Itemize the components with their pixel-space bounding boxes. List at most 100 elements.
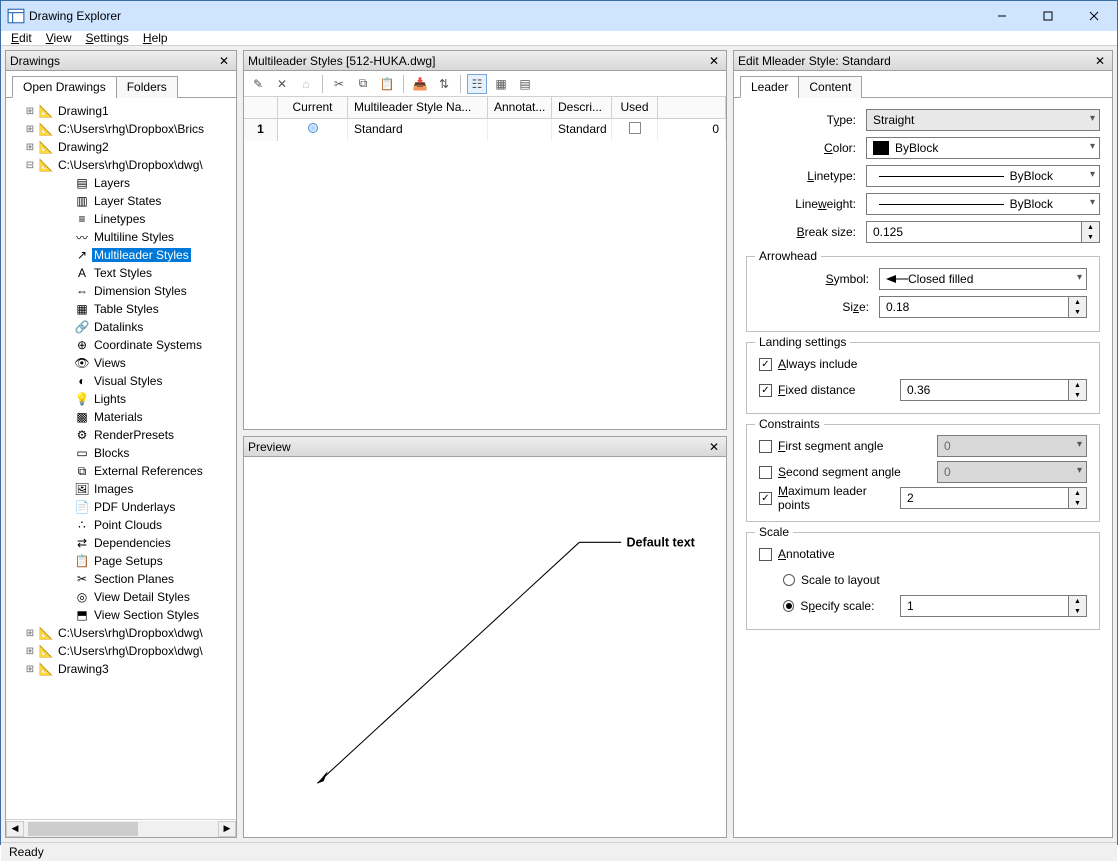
tree-node[interactable]: Dimension Styles	[92, 284, 189, 298]
scroll-left-icon[interactable]: ◀	[6, 821, 24, 837]
spin-up-icon[interactable]: ▲	[1069, 380, 1086, 390]
new-icon[interactable]: ✎	[248, 74, 268, 94]
tab-leader[interactable]: Leader	[740, 76, 799, 98]
spin-down-icon[interactable]: ▼	[1069, 307, 1086, 317]
expander-icon[interactable]: ⊞	[24, 106, 36, 117]
fixeddist-input[interactable]	[900, 379, 1069, 401]
refresh-icon[interactable]: ⇅	[434, 74, 454, 94]
cell-name[interactable]: Standard	[348, 119, 488, 141]
maximize-button[interactable]	[1025, 1, 1071, 31]
tree-node[interactable]: Dependencies	[92, 536, 173, 550]
tree-node[interactable]: Layers	[92, 176, 132, 190]
tree-node[interactable]: Layer States	[92, 194, 163, 208]
minimize-button[interactable]	[979, 1, 1025, 31]
view-list-icon[interactable]: ☷	[467, 74, 487, 94]
tree-hscroll[interactable]: ◀ ▶	[6, 819, 236, 837]
tree-node[interactable]: Datalinks	[92, 320, 145, 334]
specifyscale-spinner[interactable]: ▲▼	[900, 595, 1087, 617]
lineweight-combo[interactable]: ByBlock▾	[866, 193, 1100, 215]
tree-node[interactable]: Table Styles	[92, 302, 161, 316]
maxpts-checkbox[interactable]: ✓	[759, 492, 772, 505]
spin-down-icon[interactable]: ▼	[1069, 390, 1086, 400]
arrowsize-input[interactable]	[879, 296, 1069, 318]
tree-node[interactable]: Materials	[92, 410, 145, 424]
annotative-checkbox[interactable]	[759, 548, 772, 561]
copy-icon[interactable]: ⧉	[353, 74, 373, 94]
styles-close-icon[interactable]: ✕	[706, 54, 722, 68]
cell-used[interactable]	[612, 119, 658, 141]
expander-icon[interactable]: ⊞	[24, 142, 36, 153]
current-indicator[interactable]	[278, 119, 348, 141]
tree-node[interactable]: Visual Styles	[92, 374, 164, 388]
tree-node-selected[interactable]: Multileader Styles	[92, 248, 191, 262]
delete-icon[interactable]: ✕	[272, 74, 292, 94]
tree-node[interactable]: Images	[92, 482, 135, 496]
firstseg-checkbox[interactable]	[759, 440, 772, 453]
col-current[interactable]: Current	[278, 97, 348, 118]
tree-node[interactable]: Drawing3	[56, 662, 111, 676]
tree-node[interactable]: C:\Users\rhg\Dropbox\dwg\	[56, 626, 205, 640]
breaksize-input[interactable]	[866, 221, 1082, 243]
col-annot[interactable]: Annotat...	[488, 97, 552, 118]
paste-icon[interactable]: 📋	[377, 74, 397, 94]
linetype-combo[interactable]: ByBlock▾	[866, 165, 1100, 187]
spin-up-icon[interactable]: ▲	[1082, 222, 1099, 232]
scroll-right-icon[interactable]: ▶	[218, 821, 236, 837]
edit-style-close-icon[interactable]: ✕	[1092, 54, 1108, 68]
expander-icon[interactable]: ⊞	[24, 124, 36, 135]
maxpts-input[interactable]	[900, 487, 1069, 509]
col-descr[interactable]: Descri...	[552, 97, 612, 118]
tab-open-drawings[interactable]: Open Drawings	[12, 76, 117, 98]
purge-icon[interactable]: ⌂	[296, 74, 316, 94]
tree-node[interactable]: PDF Underlays	[92, 500, 177, 514]
symbol-combo[interactable]: Closed filled▾	[879, 268, 1087, 290]
tab-folders[interactable]: Folders	[116, 76, 178, 98]
menu-help[interactable]: Help	[143, 31, 168, 45]
spin-up-icon[interactable]: ▲	[1069, 297, 1086, 307]
scale-to-layout-radio[interactable]	[783, 574, 795, 586]
tab-content[interactable]: Content	[798, 76, 862, 98]
spin-down-icon[interactable]: ▼	[1069, 606, 1086, 616]
view-grid-icon[interactable]: ▦	[491, 74, 511, 94]
specify-scale-radio[interactable]	[783, 600, 794, 612]
fixeddist-spinner[interactable]: ▲▼	[900, 379, 1087, 401]
menu-settings[interactable]: Settings	[86, 31, 129, 45]
breaksize-spinner[interactable]: ▲▼	[866, 221, 1100, 243]
tree-node[interactable]: View Detail Styles	[92, 590, 192, 604]
close-button[interactable]	[1071, 1, 1117, 31]
menu-edit[interactable]: Edit	[11, 31, 32, 45]
drawings-tree[interactable]: ⊞📐Drawing1 ⊞📐C:\Users\rhg\Dropbox\Brics …	[6, 98, 236, 819]
tree-node[interactable]: C:\Users\rhg\Dropbox\dwg\	[56, 158, 205, 172]
tree-node[interactable]: Point Clouds	[92, 518, 164, 532]
arrowsize-spinner[interactable]: ▲▼	[879, 296, 1087, 318]
expander-icon[interactable]: ⊞	[24, 664, 36, 675]
spin-down-icon[interactable]: ▼	[1069, 498, 1086, 508]
tree-node[interactable]: View Section Styles	[92, 608, 201, 622]
maxpts-spinner[interactable]: ▲▼	[900, 487, 1087, 509]
tree-node[interactable]: Multiline Styles	[92, 230, 176, 244]
always-include-checkbox[interactable]: ✓	[759, 358, 772, 371]
col-count[interactable]	[658, 97, 726, 118]
tree-node[interactable]: External References	[92, 464, 205, 478]
tree-node[interactable]: Drawing2	[56, 140, 111, 154]
tree-node[interactable]: C:\Users\rhg\Dropbox\dwg\	[56, 644, 205, 658]
tree-node[interactable]: C:\Users\rhg\Dropbox\Brics	[56, 122, 206, 136]
expander-icon[interactable]: ⊟	[24, 160, 36, 171]
tree-node[interactable]: Linetypes	[92, 212, 147, 226]
tree-node[interactable]: Lights	[92, 392, 128, 406]
spin-up-icon[interactable]: ▲	[1069, 596, 1086, 606]
expander-icon[interactable]: ⊞	[24, 646, 36, 657]
tree-node[interactable]: Drawing1	[56, 104, 111, 118]
scroll-thumb[interactable]	[28, 822, 138, 836]
tree-node[interactable]: Page Setups	[92, 554, 165, 568]
menu-view[interactable]: View	[46, 31, 72, 45]
tree-node[interactable]: Text Styles	[92, 266, 154, 280]
tree-node[interactable]: Section Planes	[92, 572, 176, 586]
grid-row[interactable]: 1 Standard Standard 0	[244, 119, 726, 141]
view-tiles-icon[interactable]: ▤	[515, 74, 535, 94]
cell-descr[interactable]: Standard	[552, 119, 612, 141]
spin-up-icon[interactable]: ▲	[1069, 488, 1086, 498]
spin-down-icon[interactable]: ▼	[1082, 232, 1099, 242]
tree-node[interactable]: Views	[92, 356, 128, 370]
cell-annot[interactable]	[488, 119, 552, 141]
